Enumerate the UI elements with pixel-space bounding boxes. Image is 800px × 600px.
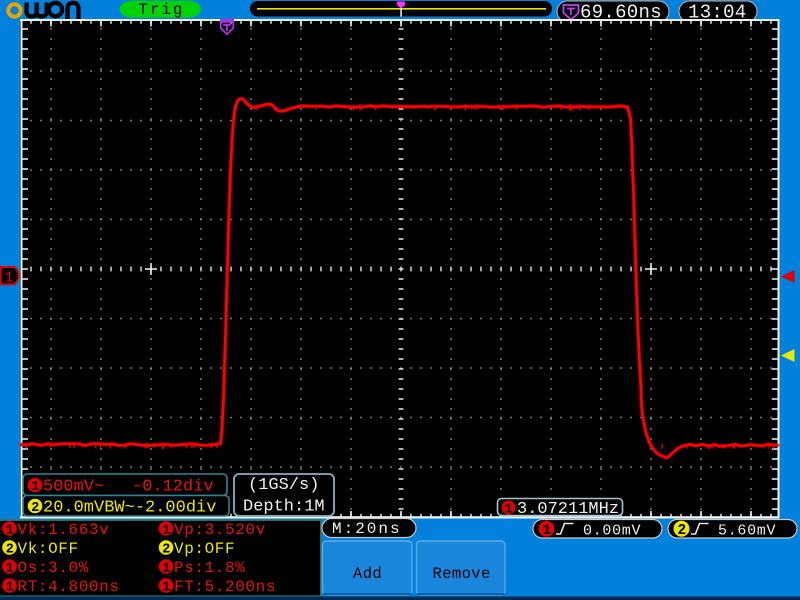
svg-text:FT:5.200ns: FT:5.200ns [174, 578, 276, 596]
svg-text:20.0mVBW~-2.00div: 20.0mVBW~-2.00div [43, 499, 216, 518]
svg-text:M:20ns: M:20ns [332, 520, 402, 538]
svg-text:1: 1 [162, 524, 170, 539]
svg-text:2: 2 [162, 543, 170, 558]
svg-text:Remove: Remove [433, 565, 491, 583]
svg-text:RT:4.800ns: RT:4.800ns [18, 578, 120, 596]
svg-text:3.07211MHz: 3.07211MHz [517, 500, 619, 519]
svg-text:1: 1 [6, 581, 14, 596]
svg-text:Vk:1.663v: Vk:1.663v [18, 521, 110, 539]
svg-text:1: 1 [31, 480, 39, 495]
svg-text:Vk:OFF: Vk:OFF [18, 540, 79, 558]
svg-text:Depth:1M: Depth:1M [243, 498, 325, 517]
svg-text:1: 1 [6, 562, 14, 577]
svg-text:1: 1 [5, 270, 14, 287]
svg-text:5.60mV: 5.60mV [718, 523, 776, 540]
svg-text:-0.12div: -0.12div [132, 478, 214, 497]
svg-text:Os:3.0%: Os:3.0% [18, 559, 89, 577]
svg-text:(1GS/s): (1GS/s) [248, 476, 319, 495]
svg-text:0.00mV: 0.00mV [583, 523, 641, 540]
svg-text:Trig: Trig [139, 1, 185, 19]
svg-text:Vp:OFF: Vp:OFF [174, 540, 235, 558]
svg-text:Vp:3.520v: Vp:3.520v [174, 521, 266, 539]
svg-text:2: 2 [6, 543, 14, 558]
svg-text:500mV~: 500mV~ [43, 478, 104, 497]
svg-text:1: 1 [162, 562, 170, 577]
svg-text:Ps:1.8%: Ps:1.8% [174, 559, 245, 577]
svg-text:1: 1 [162, 581, 170, 596]
svg-text:2: 2 [31, 501, 39, 516]
svg-text:1: 1 [505, 502, 513, 517]
svg-text:1: 1 [543, 523, 552, 539]
svg-text:1: 1 [6, 524, 14, 539]
svg-text:2: 2 [678, 523, 687, 539]
svg-text:Add: Add [353, 565, 382, 583]
